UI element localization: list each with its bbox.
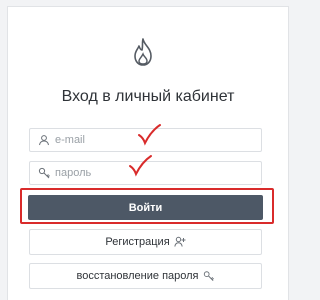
flame-icon [134,38,152,66]
checkmark-annotation [138,124,161,146]
login-button[interactable]: Войти [28,195,263,220]
register-button[interactable]: Регистрация [29,229,262,255]
register-label: Регистрация [105,236,170,248]
user-plus-icon [173,236,186,248]
user-icon [37,133,51,147]
checkmark-annotation [129,155,152,177]
restore-label: восстановление пароля [76,270,199,282]
page-background: Вход в личный кабинет Войти Регистрация [0,0,296,300]
key-icon [37,166,51,180]
restore-password-button[interactable]: восстановление пароля [29,263,262,289]
page-title: Вход в личный кабинет [61,88,235,105]
key-icon [203,270,215,282]
